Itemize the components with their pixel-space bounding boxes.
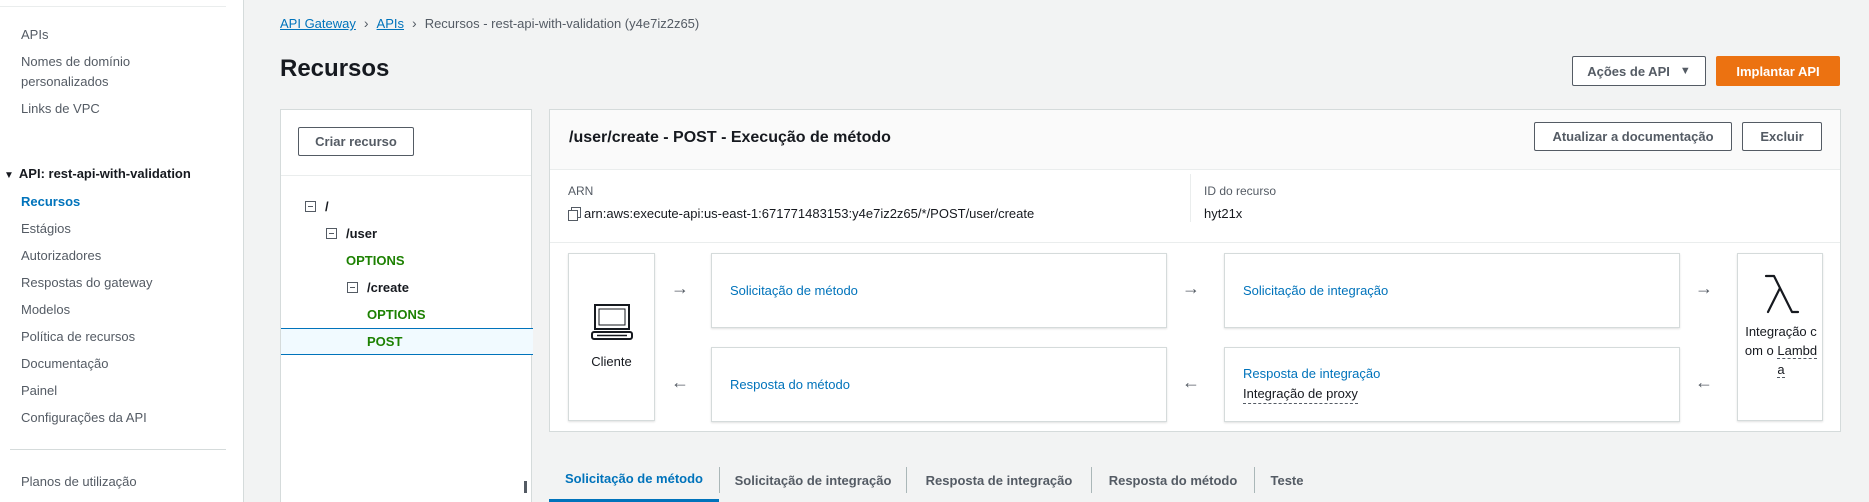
panel-resize-handle[interactable] <box>524 481 527 493</box>
tree-node-label: OPTIONS <box>346 253 405 268</box>
tab-integration-request[interactable]: Solicitação de integração <box>720 458 906 502</box>
proxy-integration-label[interactable]: Integração de proxy <box>1243 385 1358 404</box>
resource-tree-panel: Criar recurso / /user OPTIONS /create OP… <box>280 109 533 502</box>
sidebar-divider <box>10 449 226 450</box>
page-title: Recursos <box>280 55 390 82</box>
meta-divider <box>1190 174 1191 222</box>
sidebar-item-api-settings[interactable]: Configurações da API <box>21 408 221 428</box>
tree-node-label: /create <box>367 280 409 295</box>
integration-request-box[interactable]: Solicitação de integração <box>1224 253 1680 328</box>
arn-text: arn:aws:execute-api:us-east-1:6717714831… <box>584 206 1035 221</box>
arrow-left-icon: ← <box>671 372 689 392</box>
copy-icon[interactable] <box>568 207 581 221</box>
sidebar-item-documentation[interactable]: Documentação <box>21 354 221 374</box>
lambda-icon <box>1764 274 1800 314</box>
lambda-box[interactable]: Integração com o Lambda <box>1737 253 1823 421</box>
tree-node-user-options[interactable]: OPTIONS <box>346 251 405 271</box>
sidebar-top-divider <box>0 6 226 7</box>
client-box: Cliente <box>568 253 655 421</box>
tree-node-label: POST <box>367 334 403 349</box>
breadcrumb-current: Recursos - rest-api-with-validation (y4e… <box>424 16 700 31</box>
method-title: /user/create - POST - Execução de método <box>569 129 891 146</box>
tab-test[interactable]: Teste <box>1255 458 1319 502</box>
navigation-sidebar: APIs Nomes de domínio personalizados Lin… <box>0 0 244 502</box>
client-label: Cliente <box>591 354 632 369</box>
sidebar-api-section[interactable]: ▼ API: rest-api-with-validation <box>4 164 191 186</box>
tab-method-request[interactable]: Solicitação de método <box>549 458 719 502</box>
sidebar-item-models[interactable]: Modelos <box>21 300 221 320</box>
tree-node-create-post[interactable]: POST <box>367 332 402 352</box>
method-response-link[interactable]: Resposta do método <box>730 375 850 395</box>
tree-node-create[interactable]: /create <box>347 278 409 298</box>
breadcrumb-api-gateway[interactable]: API Gateway <box>280 16 356 31</box>
sidebar-item-vpc-links[interactable]: Links de VPC <box>21 99 221 119</box>
integration-response-box[interactable]: Resposta de integração Integração de pro… <box>1224 347 1680 422</box>
arrow-left-icon: ← <box>1182 372 1200 392</box>
breadcrumb: API Gateway › APIs › Recursos - rest-api-wit… <box>280 13 699 34</box>
integration-request-link[interactable]: Solicitação de integração <box>1243 281 1388 301</box>
create-resource-button[interactable]: Criar recurso <box>298 127 414 156</box>
sidebar-api-label: API: rest-api-with-validation <box>18 166 191 181</box>
method-execution-panel: /user/create - POST - Execução de método… <box>549 109 1841 432</box>
integration-response-link[interactable]: Resposta de integração <box>1243 364 1380 384</box>
arrow-right-icon: → <box>1182 278 1200 298</box>
method-request-link[interactable]: Solicitação de método <box>730 281 858 301</box>
sidebar-item-stages[interactable]: Estágios <box>21 219 221 239</box>
arn-section: ARN arn:aws:execute-api:us-east-1:671771… <box>568 170 1034 228</box>
sidebar-item-gateway-responses[interactable]: Respostas do gateway <box>21 273 221 293</box>
api-actions-button[interactable]: Ações de API ▼ <box>1572 56 1706 86</box>
caret-down-icon: ▼ <box>4 170 14 181</box>
chevron-right-icon: › <box>363 15 369 31</box>
tree-node-label: /user <box>346 226 378 241</box>
sidebar-item-custom-domains[interactable]: Nomes de domínio personalizados <box>21 52 161 92</box>
delete-button[interactable]: Excluir <box>1742 122 1822 151</box>
lambda-label-link[interactable]: Lambda <box>1777 343 1818 378</box>
tab-integration-response[interactable]: Resposta de integração <box>907 458 1091 502</box>
update-documentation-button[interactable]: Atualizar a documentação <box>1534 122 1732 151</box>
chevron-right-icon: › <box>412 15 417 31</box>
deploy-api-button[interactable]: Implantar API <box>1716 56 1840 86</box>
sidebar-item-resources[interactable]: Recursos <box>21 192 221 212</box>
tree-node-user[interactable]: /user <box>326 224 377 244</box>
tree-node-label: OPTIONS <box>367 307 426 322</box>
collapse-icon[interactable] <box>326 228 337 240</box>
caret-down-icon: ▼ <box>1679 65 1691 77</box>
breadcrumb-apis[interactable]: APIs <box>377 16 404 31</box>
lambda-label: Integração com o Lambda <box>1744 322 1818 379</box>
sidebar-item-resource-policy[interactable]: Política de recursos <box>21 327 221 347</box>
tree-node-label: / <box>325 199 329 214</box>
api-actions-label: Ações de API <box>1587 63 1670 79</box>
arrow-right-icon: → <box>1695 278 1713 298</box>
resource-id-section: ID do recurso hyt21x <box>1204 170 1276 228</box>
arn-label: ARN <box>568 184 594 198</box>
tree-node-create-options[interactable]: OPTIONS <box>367 305 426 325</box>
arn-value: arn:aws:execute-api:us-east-1:6717714831… <box>568 204 1034 224</box>
resource-id-value: hyt21x <box>1204 206 1243 221</box>
tree-node-root[interactable]: / <box>305 197 329 217</box>
sidebar-item-dashboard[interactable]: Painel <box>21 381 221 401</box>
tree-selected-row[interactable] <box>281 328 533 355</box>
tab-method-response[interactable]: Resposta do método <box>1092 458 1254 502</box>
collapse-icon[interactable] <box>347 282 358 294</box>
sidebar-item-apis[interactable]: APIs <box>21 25 221 45</box>
method-request-box[interactable]: Solicitação de método <box>711 253 1167 328</box>
sidebar-item-authorizers[interactable]: Autorizadores <box>21 246 221 266</box>
sidebar-item-usage-plans[interactable]: Planos de utilização <box>21 472 221 492</box>
collapse-icon[interactable] <box>305 201 316 213</box>
method-response-box[interactable]: Resposta do método <box>711 347 1167 422</box>
laptop-icon <box>591 304 633 340</box>
resource-id-label: ID do recurso <box>1204 184 1277 198</box>
flow-divider <box>550 242 1840 243</box>
arrow-left-icon: ← <box>1695 372 1713 392</box>
arrow-right-icon: → <box>671 278 689 298</box>
